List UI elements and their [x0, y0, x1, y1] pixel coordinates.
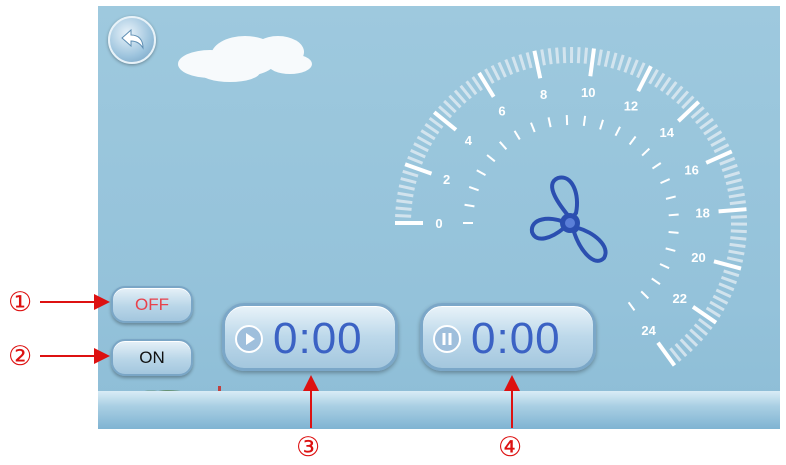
callout-4: ④ [498, 432, 523, 462]
callout-arrows [40, 294, 520, 428]
callout-3: ③ [296, 432, 321, 462]
callout-1: ① [8, 287, 33, 317]
callout-2: ② [8, 341, 33, 371]
